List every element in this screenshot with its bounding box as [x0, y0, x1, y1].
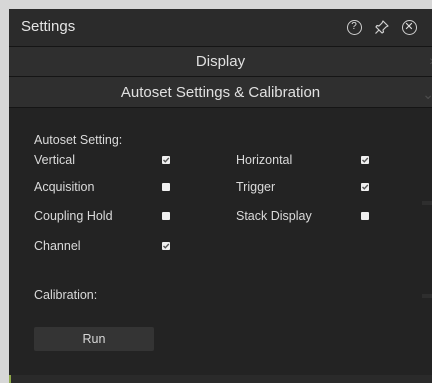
trigger-label: Trigger [236, 180, 276, 194]
settings-panel: Settings ? ✕ Display › Autoset Settings … [9, 9, 432, 383]
autoset-heading: Autoset Setting: [34, 133, 123, 147]
calibration-run-button[interactable]: Run [34, 327, 154, 351]
section-autoset-header[interactable]: Autoset Settings & Calibration ⌄ [9, 77, 432, 107]
acquisition-checkbox[interactable] [162, 183, 170, 191]
chevron-down-icon: ⌄ [422, 86, 432, 102]
section-autoset-label: Autoset Settings & Calibration [120, 83, 321, 101]
autoset-calibration-content: Autoset Setting: Vertical Horizontal Acq… [9, 119, 432, 383]
scroll-edge [422, 294, 432, 298]
status-indicator [9, 375, 11, 383]
vertical-label: Vertical [34, 153, 75, 167]
bottom-edge [9, 375, 432, 383]
coupling-hold-checkbox[interactable] [162, 212, 170, 220]
divider [9, 107, 432, 108]
acquisition-label: Acquisition [34, 180, 95, 194]
vertical-checkbox[interactable] [162, 156, 170, 164]
channel-label: Channel [34, 239, 81, 253]
title-bar: Settings ? ✕ [9, 9, 432, 46]
calibration-heading: Calibration: [34, 288, 98, 302]
coupling-hold-label: Coupling Hold [34, 209, 113, 223]
trigger-checkbox[interactable] [361, 183, 369, 191]
channel-checkbox[interactable] [162, 242, 170, 250]
section-display-label: Display [195, 53, 246, 70]
panel-title: Settings [21, 18, 76, 35]
section-display-header[interactable]: Display › [9, 47, 432, 76]
pin-icon[interactable] [372, 17, 392, 37]
stack-display-label: Stack Display [236, 209, 312, 223]
stack-display-checkbox[interactable] [361, 212, 369, 220]
horizontal-checkbox[interactable] [361, 156, 369, 164]
close-icon[interactable]: ✕ [399, 17, 419, 37]
horizontal-label: Horizontal [236, 153, 293, 167]
help-icon[interactable]: ? [344, 17, 364, 37]
scroll-edge [422, 201, 432, 205]
